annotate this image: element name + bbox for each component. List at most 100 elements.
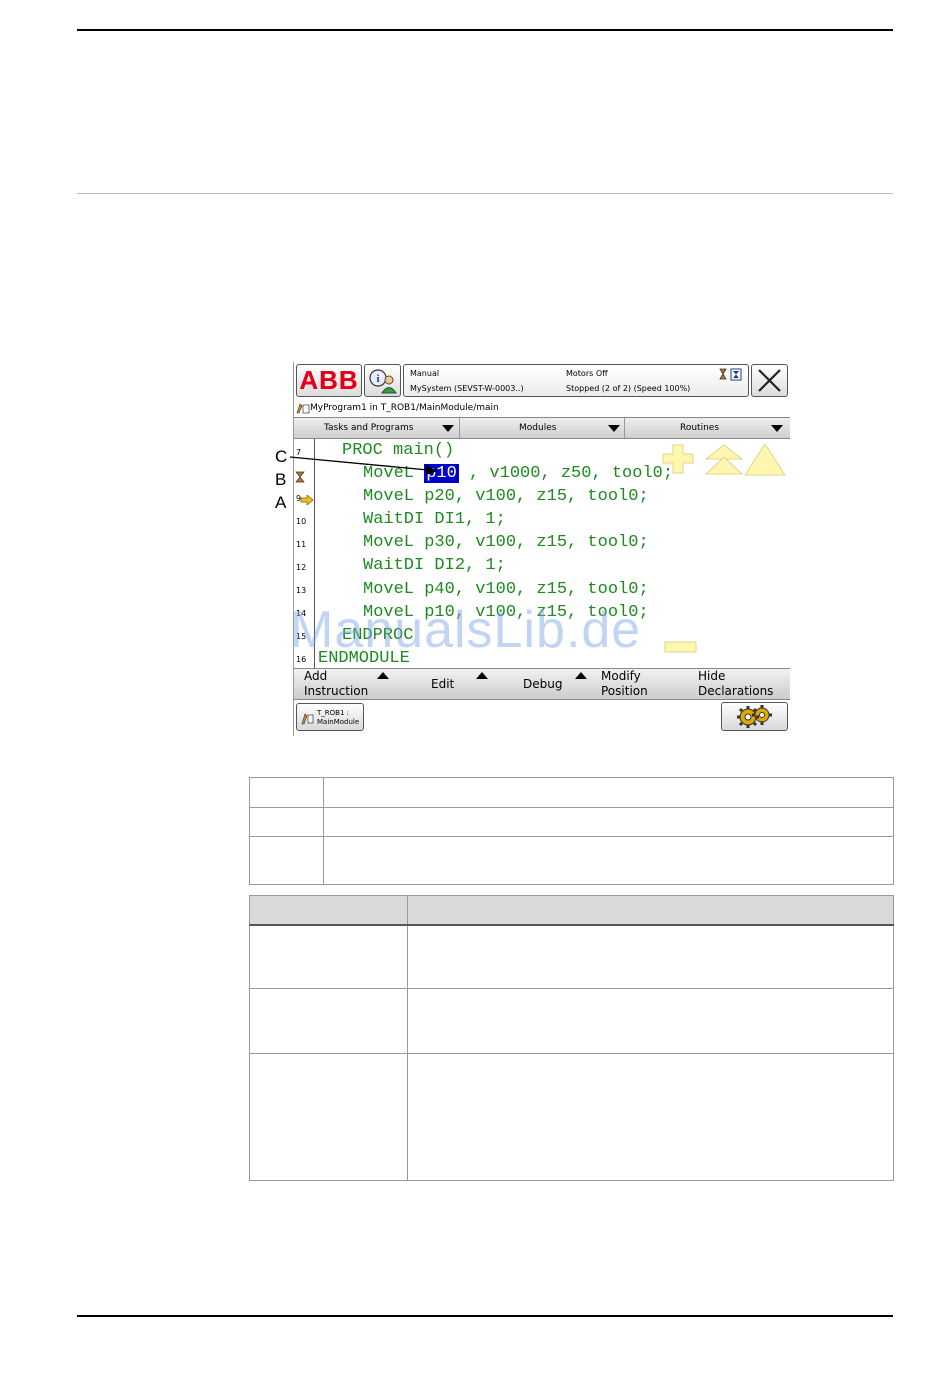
action-table [249, 895, 894, 1181]
button-label: Instruction [304, 684, 369, 698]
abb-logo: ABB [299, 365, 359, 395]
abb-menu-button[interactable]: ABB [296, 364, 362, 397]
editor-menu-bar: Tasks and Programs Modules Routines [294, 417, 790, 439]
program-editor-icon [296, 403, 310, 414]
motion-pointer-icon [295, 471, 305, 483]
footer-rule [77, 1315, 893, 1317]
program-path: MyProgram1 in T_ROB1/MainModule/main [310, 403, 499, 413]
line-number: 12 [296, 563, 307, 572]
table-cell [407, 988, 894, 1054]
menu-modules[interactable]: Modules [460, 418, 625, 438]
zoom-out-icon[interactable] [664, 640, 698, 654]
header-rule [77, 29, 893, 31]
modify-position-button[interactable]: Modify Position [590, 669, 689, 699]
button-label: Declarations [698, 684, 774, 698]
hide-declarations-button[interactable]: Hide Declarations [689, 669, 790, 699]
gear-icon [737, 705, 772, 728]
callout-label-a: A [275, 493, 287, 512]
task-label: MainModule [317, 718, 360, 726]
button-label: Debug [523, 677, 563, 691]
table-header-cell [407, 895, 894, 926]
motors-state: Motors Off [566, 369, 608, 378]
taskbar-program-editor-button[interactable]: T_ROB1 : MainModule [296, 703, 364, 731]
table-row [249, 777, 894, 808]
code-line-8[interactable]: MoveL p10 , v1000, z50, tool0; [363, 464, 673, 484]
table-cell [249, 807, 324, 837]
button-label: Modify [601, 669, 641, 683]
button-label: Position [601, 684, 648, 698]
scroll-up-icon[interactable] [742, 442, 788, 478]
table-row [249, 988, 894, 1054]
button-label: Hide [698, 669, 726, 683]
scroll-top-icon[interactable] [702, 443, 746, 477]
status-header: ABB i Manual MySystem (SEVST-W-0003..) M… [294, 362, 790, 400]
table-cell [323, 807, 894, 837]
debug-button[interactable]: Debug [491, 669, 590, 699]
selected-argument[interactable]: p10 [424, 464, 459, 483]
quickset-button[interactable] [721, 702, 788, 731]
button-label: Edit [431, 677, 455, 691]
callout-label-b: B [275, 470, 287, 489]
close-button[interactable] [751, 364, 788, 397]
task-label: T_ROB1 : [317, 709, 349, 717]
program-editor-icon [301, 713, 314, 725]
program-state: Stopped (2 of 2) (Speed 100%) [566, 384, 691, 393]
chevron-up-icon [377, 672, 389, 679]
code-line-7[interactable]: PROC main() [342, 441, 454, 461]
callout-reference-table [249, 777, 894, 885]
code-token: MoveL [363, 464, 425, 483]
code-line-11[interactable]: MoveL p30, v100, z15, tool0; [363, 533, 649, 553]
table-cell [249, 1053, 408, 1181]
table-cell [323, 836, 894, 885]
line-number: 10 [296, 517, 307, 526]
menu-label: Tasks and Programs [324, 423, 414, 433]
table-cell [323, 777, 894, 808]
menu-tasks-and-programs[interactable]: Tasks and Programs [294, 418, 460, 438]
callout-label-c: C [275, 447, 288, 466]
command-bar: Add Instruction Edit Debug Modify Positi… [294, 668, 790, 700]
menu-label: Routines [680, 423, 720, 433]
menu-label: Modules [519, 423, 557, 433]
table-row [249, 1053, 894, 1181]
zoom-in-icon[interactable] [659, 442, 699, 476]
watermark: ManualsLib.de [290, 601, 642, 659]
code-line-10[interactable]: WaitDI DI1, 1; [363, 510, 506, 530]
info-user-icon: i [369, 369, 397, 394]
code-token: , v1000, z50, tool0; [458, 464, 674, 483]
chevron-down-icon [442, 425, 454, 432]
table-row [249, 807, 894, 837]
add-instruction-button[interactable]: Add Instruction [294, 669, 392, 699]
table-header-row [249, 895, 894, 926]
line-number: 13 [296, 586, 307, 595]
svg-text:i: i [376, 373, 379, 385]
table-cell [249, 836, 324, 885]
table-row [249, 836, 894, 885]
table-cell [249, 777, 324, 808]
program-pointer-arrow-icon [300, 495, 314, 505]
flexpendant-screenshot: ABB i Manual MySystem (SEVST-W-0003..) M… [293, 362, 790, 736]
button-label: Add [304, 669, 328, 683]
menu-routines[interactable]: Routines [625, 418, 790, 438]
system-name: MySystem (SEVST-W-0003..) [410, 384, 524, 393]
table-cell [249, 924, 408, 989]
table-cell [407, 1053, 894, 1181]
table-cell [407, 924, 894, 989]
line-number: 11 [296, 540, 307, 549]
line-number: 7 [296, 448, 302, 457]
program-path-bar: MyProgram1 in T_ROB1/MainModule/main [294, 400, 790, 416]
event-log-button[interactable]: i [364, 364, 401, 397]
chevron-down-icon [771, 425, 783, 432]
section-divider [77, 193, 893, 194]
code-line-9[interactable]: MoveL p20, v100, z15, tool0; [363, 487, 649, 507]
operating-mode: Manual [410, 369, 440, 378]
table-cell [249, 988, 408, 1054]
hourglass-status-icon [719, 368, 742, 381]
status-bar: Manual MySystem (SEVST-W-0003..) Motors … [403, 364, 749, 397]
code-line-12[interactable]: WaitDI DI2, 1; [363, 556, 506, 576]
table-row [249, 924, 894, 989]
chevron-up-icon [476, 672, 488, 679]
code-line-13[interactable]: MoveL p40, v100, z15, tool0; [363, 580, 649, 600]
chevron-down-icon [608, 425, 620, 432]
edit-button[interactable]: Edit [392, 669, 491, 699]
chevron-up-icon [575, 672, 587, 679]
